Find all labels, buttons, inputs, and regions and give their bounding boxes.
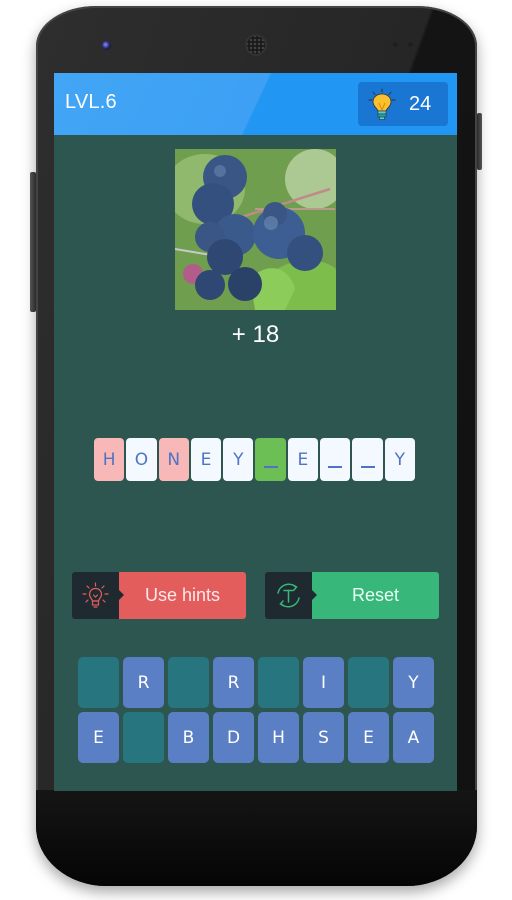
phone-chin: [36, 790, 477, 886]
reset-label: Reset: [312, 572, 439, 619]
reset-cycle-icon: [277, 583, 300, 608]
used-letter-key: [348, 657, 389, 708]
hint-icon-box: [72, 572, 124, 619]
berries-illustration: [175, 149, 336, 310]
keyboard-row: RRIY: [78, 657, 434, 708]
lightbulb-outline-icon: [82, 582, 109, 608]
proximity-sensor: [393, 42, 398, 47]
letter-key[interactable]: R: [213, 657, 254, 708]
used-letter-key: [168, 657, 209, 708]
lightbulb-icon: [368, 88, 396, 120]
answer-letter: N: [167, 449, 181, 470]
power-button: [477, 113, 482, 170]
use-hints-label: Use hints: [119, 572, 246, 619]
answer-slots: HONEYEY: [94, 438, 415, 481]
answer-letter: E: [297, 449, 309, 470]
answer-letter: Y: [394, 449, 406, 470]
answer-letter: O: [134, 449, 149, 470]
answer-letter: H: [102, 449, 116, 470]
letter-key[interactable]: E: [78, 712, 119, 763]
use-hints-button[interactable]: Use hints: [72, 572, 246, 619]
reset-button[interactable]: Reset: [265, 572, 439, 619]
answer-slot[interactable]: E: [190, 438, 222, 481]
used-letter-key: [78, 657, 119, 708]
answer-letter: Y: [233, 449, 244, 470]
keyboard-row: EBDHSEA: [78, 712, 434, 763]
reset-icon-box: [265, 572, 317, 619]
hint-count: 24: [409, 93, 432, 115]
letter-key[interactable]: B: [168, 712, 209, 763]
letter-key[interactable]: D: [213, 712, 254, 763]
volume-button: [30, 172, 36, 312]
score-label: + 18: [231, 321, 280, 348]
light-sensor: [408, 42, 413, 47]
game-screen: LVL.6 24 + 18 H O N E Y E Y Use hints Re…: [54, 73, 457, 791]
answer-slot[interactable]: [320, 438, 351, 481]
blank-underscore: [328, 465, 343, 468]
letter-keyboard: RRIYEBDHSEA: [78, 657, 434, 767]
answer-slot[interactable]: E: [287, 438, 319, 481]
answer-slot[interactable]: Y: [384, 438, 415, 481]
letter-key[interactable]: I: [303, 657, 344, 708]
letter-key[interactable]: A: [393, 712, 434, 763]
answer-slot[interactable]: [255, 438, 286, 481]
front-camera: [102, 41, 111, 50]
answer-slot[interactable]: Y: [223, 438, 254, 481]
used-letter-key: [123, 712, 164, 763]
top-bar: LVL.6 24: [54, 73, 457, 135]
answer-slot[interactable]: [352, 438, 383, 481]
used-letter-key: [258, 657, 299, 708]
answer-slot[interactable]: H: [94, 438, 125, 481]
blank-underscore: [263, 465, 278, 468]
answer-slot[interactable]: O: [126, 438, 157, 481]
letter-key[interactable]: E: [348, 712, 389, 763]
earpiece-speaker: [245, 34, 267, 56]
blank-underscore: [360, 465, 375, 468]
letter-key[interactable]: R: [123, 657, 164, 708]
letter-key[interactable]: H: [258, 712, 299, 763]
letter-key[interactable]: S: [303, 712, 344, 763]
hint-counter-button[interactable]: 24: [358, 82, 448, 126]
answer-slot[interactable]: N: [158, 438, 189, 481]
letter-key[interactable]: Y: [393, 657, 434, 708]
level-label: LVL.6: [65, 91, 117, 113]
puzzle-image: [175, 149, 336, 310]
answer-letter: E: [200, 449, 212, 470]
